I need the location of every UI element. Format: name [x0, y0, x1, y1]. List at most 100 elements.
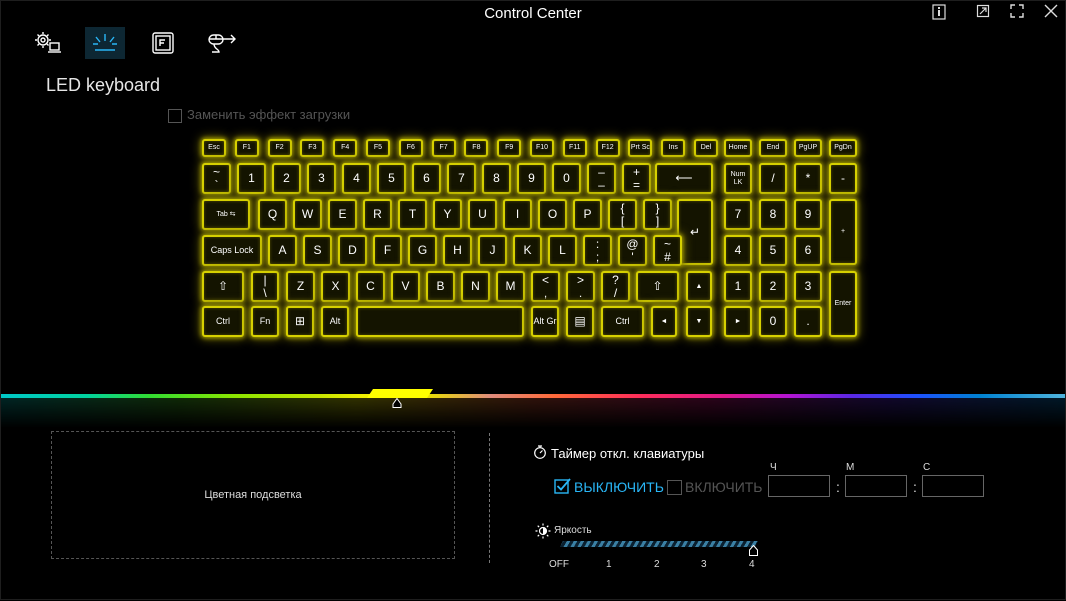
key[interactable]: . — [794, 306, 822, 337]
key[interactable]: + — [829, 199, 857, 265]
mouse-tab[interactable] — [201, 27, 241, 59]
key[interactable]: PgUP — [794, 139, 822, 157]
key[interactable]: G — [408, 235, 437, 266]
key[interactable]: ⊞ — [286, 306, 314, 337]
key[interactable]: 2 — [759, 271, 787, 302]
function-key-tab[interactable] — [143, 27, 183, 59]
key[interactable]: Ins — [661, 139, 686, 157]
key[interactable]: Num LK — [724, 163, 752, 194]
key[interactable]: + = — [622, 163, 651, 194]
restore-button[interactable] — [973, 4, 993, 22]
maximize-button[interactable] — [1007, 4, 1027, 22]
key[interactable]: Tab ⇆ — [202, 199, 250, 230]
key[interactable]: Ctrl — [601, 306, 644, 337]
key[interactable]: O — [538, 199, 567, 230]
color-lighting-panel[interactable]: Цветная подсветка — [51, 431, 455, 559]
key[interactable]: J — [478, 235, 507, 266]
key[interactable]: R — [363, 199, 392, 230]
key[interactable]: ⇧ — [636, 271, 679, 302]
key[interactable]: S — [303, 235, 332, 266]
key[interactable]: 3 — [794, 271, 822, 302]
key[interactable]: 4 — [342, 163, 371, 194]
key[interactable]: * — [794, 163, 822, 194]
key[interactable]: T — [398, 199, 427, 230]
key[interactable]: F9 — [497, 139, 522, 157]
key[interactable]: Alt Gr — [531, 306, 559, 337]
key[interactable]: < , — [531, 271, 560, 302]
brightness-slider-track[interactable] — [560, 541, 758, 547]
key[interactable]: End — [759, 139, 787, 157]
key[interactable]: 8 — [482, 163, 511, 194]
key[interactable]: 3 — [307, 163, 336, 194]
key[interactable]: 1 — [724, 271, 752, 302]
key[interactable]: ⟵ — [655, 163, 713, 194]
key[interactable]: X — [321, 271, 350, 302]
key[interactable]: F7 — [431, 139, 456, 157]
key[interactable]: F3 — [300, 139, 325, 157]
key[interactable]: Caps Lock — [202, 235, 262, 266]
key[interactable]: 4 — [724, 235, 752, 266]
key[interactable]: ? / — [601, 271, 630, 302]
key[interactable]: V — [391, 271, 420, 302]
key[interactable]: Ctrl — [202, 306, 244, 337]
key[interactable]: PgDn — [829, 139, 857, 157]
key[interactable]: ◄ — [651, 306, 677, 337]
key[interactable]: : ; — [583, 235, 612, 266]
key[interactable]: F6 — [398, 139, 423, 157]
key[interactable]: E — [328, 199, 357, 230]
key[interactable] — [356, 306, 524, 337]
key[interactable]: Prt Sc — [628, 139, 653, 157]
key[interactable]: ► — [724, 306, 752, 337]
key[interactable]: | \ — [251, 271, 279, 302]
key[interactable]: N — [461, 271, 490, 302]
info-button[interactable] — [929, 4, 949, 22]
key[interactable]: C — [356, 271, 385, 302]
key[interactable]: ▼ — [686, 306, 712, 337]
key[interactable]: } ] — [643, 199, 672, 230]
key[interactable]: I — [503, 199, 532, 230]
key[interactable]: A — [268, 235, 297, 266]
boot-effect-checkbox[interactable] — [168, 109, 182, 123]
led-keyboard-tab[interactable] — [85, 27, 125, 59]
key[interactable]: 9 — [517, 163, 546, 194]
key[interactable]: ▲ — [686, 271, 712, 302]
key[interactable]: 0 — [552, 163, 581, 194]
timer-off-label[interactable]: ВЫКЛЮЧИТЬ — [574, 479, 664, 495]
key[interactable]: 7 — [447, 163, 476, 194]
key[interactable]: P — [573, 199, 602, 230]
key[interactable]: Fn — [251, 306, 279, 337]
system-settings-tab[interactable] — [27, 27, 67, 59]
key[interactable]: @ ' — [618, 235, 647, 266]
key[interactable]: Alt — [321, 306, 349, 337]
hours-input[interactable] — [768, 475, 830, 497]
timer-off-checkbox[interactable] — [554, 477, 571, 494]
key[interactable]: > . — [566, 271, 595, 302]
key[interactable]: K — [513, 235, 542, 266]
timer-on-label[interactable]: ВКЛЮЧИТЬ — [685, 479, 763, 495]
key[interactable]: F8 — [464, 139, 489, 157]
key[interactable]: 0 — [759, 306, 787, 337]
key[interactable]: L — [548, 235, 577, 266]
key[interactable]: F10 — [530, 139, 554, 157]
key[interactable]: Enter — [829, 271, 857, 337]
key[interactable]: { [ — [608, 199, 637, 230]
key[interactable]: Z — [286, 271, 315, 302]
key[interactable]: / — [759, 163, 787, 194]
key[interactable]: - — [829, 163, 857, 194]
key[interactable]: B — [426, 271, 455, 302]
key[interactable]: Del — [694, 139, 718, 157]
key[interactable]: D — [338, 235, 367, 266]
key[interactable]: F11 — [562, 139, 587, 157]
key[interactable]: – – — [587, 163, 616, 194]
key[interactable]: F12 — [595, 139, 620, 157]
spectrum-handle-icon[interactable] — [392, 398, 402, 408]
key[interactable]: 7 — [724, 199, 752, 230]
key[interactable]: Home — [724, 139, 752, 157]
key[interactable]: ~ ` — [202, 163, 231, 194]
key[interactable]: F1 — [234, 139, 259, 157]
key[interactable]: 8 — [759, 199, 787, 230]
key[interactable]: Esc — [202, 139, 226, 157]
key[interactable]: 6 — [794, 235, 822, 266]
key[interactable]: F4 — [333, 139, 358, 157]
key[interactable]: M — [496, 271, 525, 302]
